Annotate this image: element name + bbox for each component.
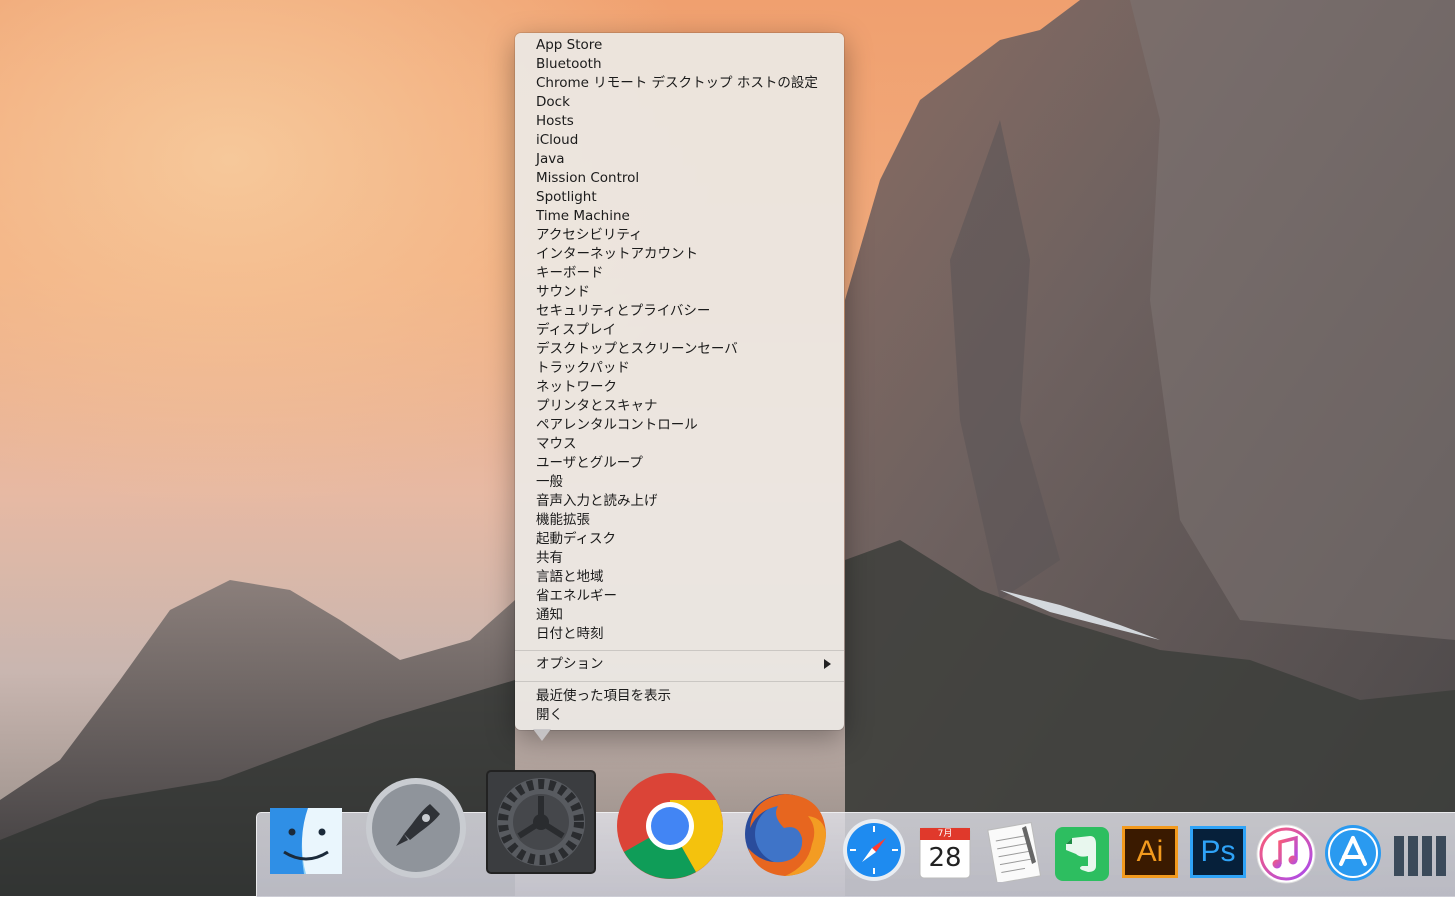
launchpad-icon-graphic [366,778,466,878]
menu-item[interactable]: 省エネルギー [536,587,834,606]
menu-item[interactable]: サウンド [536,283,834,302]
evernote-icon[interactable] [1054,826,1110,882]
menu-item[interactable]: 機能拡張 [536,511,834,530]
menu-item[interactable]: ペアレンタルコントロール [536,416,834,435]
dock-context-menu: App Store Bluetooth Chrome リモート デスクトップ ホスト… [515,33,844,730]
app-store-icon-graphic [1325,825,1381,881]
menu-item-options-label: オプション [536,656,604,672]
finder-icon[interactable] [268,806,344,876]
menu-item[interactable]: セキュリティとプライバシー [536,302,834,321]
menu-item[interactable]: App Store [536,36,834,55]
chrome-icon-graphic [617,773,723,879]
menu-separator [515,681,844,682]
stacks-icon[interactable] [1392,832,1452,880]
menu-item[interactable]: 言語と地域 [536,568,834,587]
itunes-icon[interactable] [1256,824,1316,884]
menu-item[interactable]: 日付と時刻 [536,625,834,644]
illustrator-icon[interactable]: Ai [1122,826,1178,878]
itunes-icon-graphic [1256,824,1316,884]
menu-item[interactable]: Dock [536,93,834,112]
evernote-icon-graphic [1055,827,1109,881]
submenu-arrow-icon [824,659,831,669]
menu-item[interactable]: Java [536,150,834,169]
menu-item[interactable]: Bluetooth [536,55,834,74]
menu-item-options[interactable]: オプション [536,655,844,674]
menu-item[interactable]: マウス [536,435,834,454]
launchpad-icon[interactable] [364,776,468,880]
menu-item[interactable]: インターネットアカウント [536,245,834,264]
menu-item[interactable]: ディスプレイ [536,321,834,340]
chrome-icon[interactable] [616,772,724,880]
menu-item[interactable]: Time Machine [536,207,834,226]
menu-item-show-recent[interactable]: 最近使った項目を表示 [536,687,834,706]
photoshop-label: Ps [1200,835,1236,868]
safari-icon[interactable] [842,818,906,882]
menu-item[interactable]: プリンタとスキャナ [536,397,834,416]
menu-item[interactable]: Hosts [536,112,834,131]
menu-item[interactable]: iCloud [536,131,834,150]
finder-icon-graphic [270,808,342,874]
menu-item-open[interactable]: 開く [536,706,834,725]
menu-item[interactable]: 共有 [536,549,834,568]
menu-item[interactable]: キーボード [536,264,834,283]
firefox-icon-graphic [745,794,826,876]
calendar-month-label: 7月 [937,829,953,839]
menu-item[interactable]: Mission Control [536,169,834,188]
menu-pointer-arrow [533,729,551,741]
menu-item[interactable]: Spotlight [536,188,834,207]
calendar-icon[interactable]: 7月 28 [918,822,972,880]
menu-separator [515,650,844,651]
menu-item[interactable]: ユーザとグループ [536,454,834,473]
firefox-icon[interactable] [738,788,832,880]
calendar-day-label: 28 [928,843,962,873]
menu-item[interactable]: 一般 [536,473,834,492]
system-preferences-icon-graphic [486,770,596,874]
menu-item[interactable]: 起動ディスク [536,530,834,549]
textedit-icon[interactable] [986,822,1042,882]
stacks-icon-graphic [1394,836,1446,876]
textedit-icon-graphic [987,822,1042,882]
menu-item[interactable]: アクセシビリティ [536,226,834,245]
menu-item[interactable]: Chrome リモート デスクトップ ホストの設定 [536,74,834,93]
menu-item[interactable]: 通知 [536,606,834,625]
photoshop-icon[interactable]: Ps [1190,826,1246,878]
menu-item[interactable]: デスクトップとスクリーンセーバ [536,340,834,359]
menu-item[interactable]: ネットワーク [536,378,834,397]
app-store-icon[interactable] [1324,824,1382,882]
system-preferences-icon[interactable] [486,770,596,874]
illustrator-label: Ai [1136,835,1164,868]
menu-item[interactable]: トラックパッド [536,359,834,378]
menu-item[interactable]: 音声入力と読み上げ [536,492,834,511]
safari-icon-graphic [843,819,905,881]
